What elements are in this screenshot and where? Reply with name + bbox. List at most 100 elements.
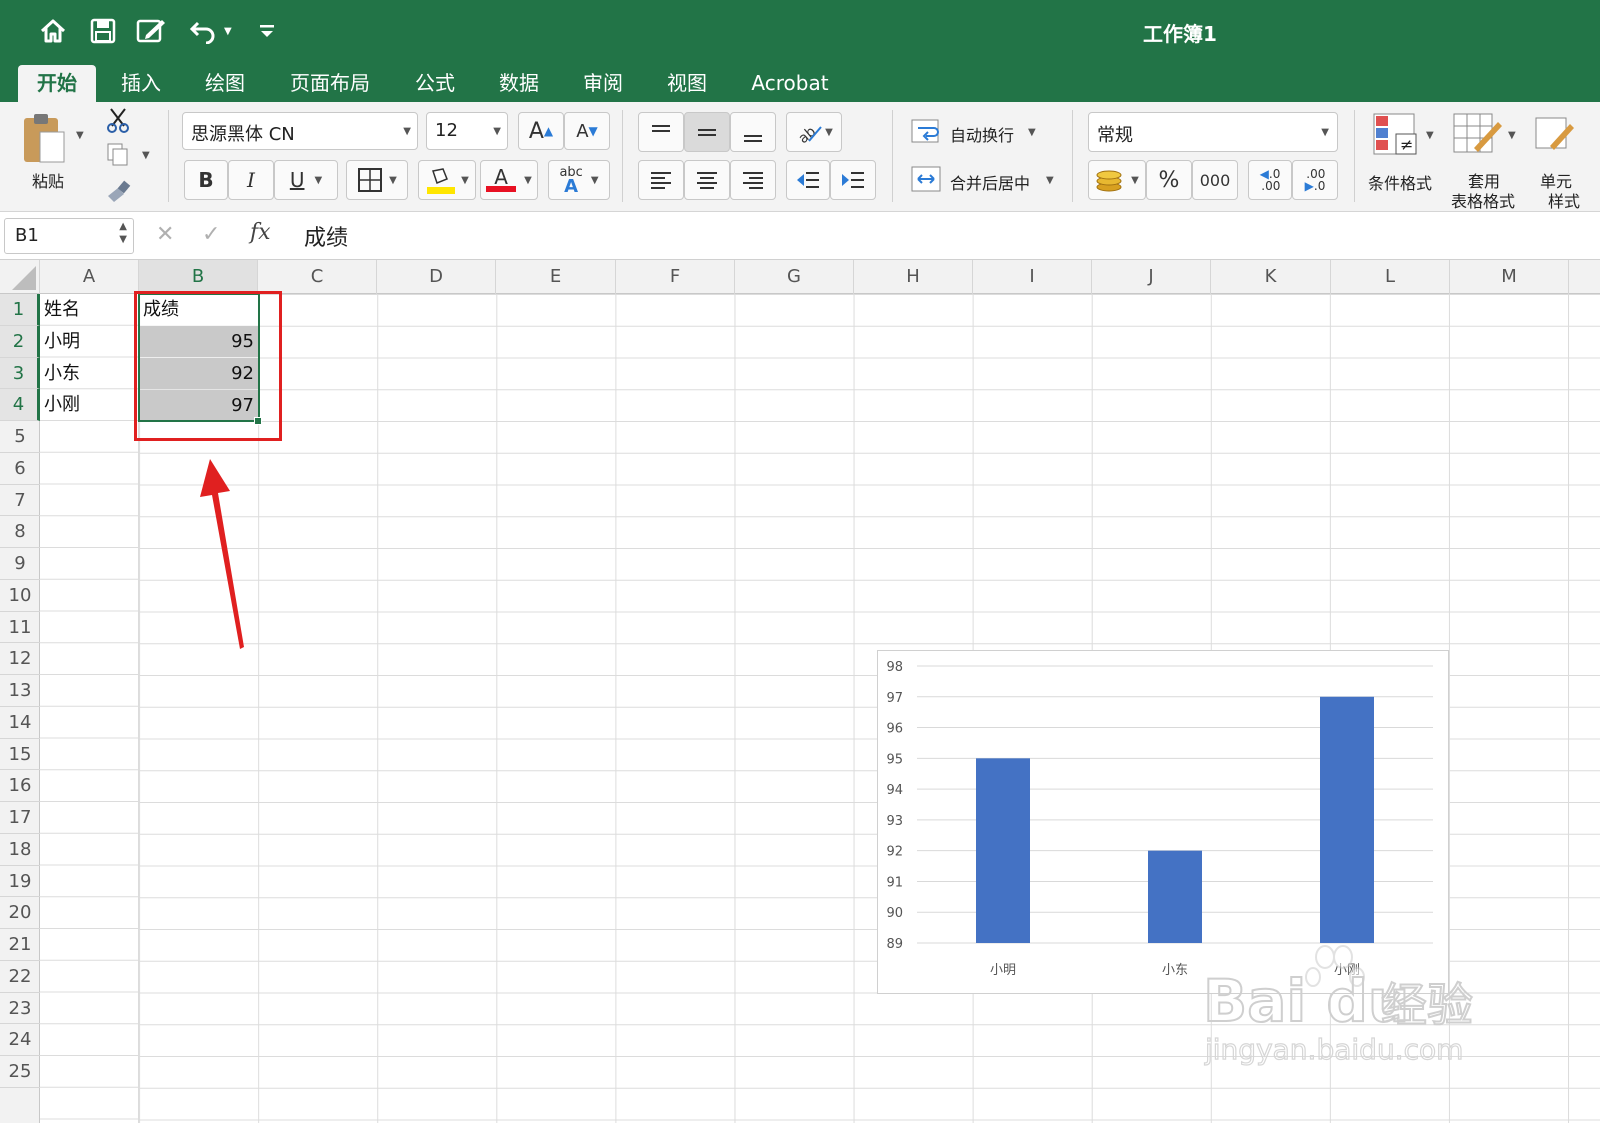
row-header[interactable]: 18 bbox=[0, 834, 40, 866]
italic-button[interactable]: I bbox=[228, 160, 274, 200]
column-header-a[interactable]: A bbox=[40, 260, 139, 294]
align-bottom-button[interactable] bbox=[730, 112, 776, 152]
cell-styles-icon[interactable] bbox=[1534, 112, 1574, 162]
chevron-down-icon[interactable]: ▼ bbox=[1426, 130, 1434, 141]
undo-icon[interactable] bbox=[186, 14, 220, 48]
wrap-text-label[interactable]: 自动换行 bbox=[950, 122, 1014, 146]
currency-button[interactable]: ▼ bbox=[1088, 160, 1146, 200]
fx-icon[interactable]: fx bbox=[250, 220, 271, 245]
row-header[interactable]: 7 bbox=[0, 485, 40, 517]
row-header[interactable]: 3 bbox=[0, 357, 40, 390]
merge-center-label[interactable]: 合并后居中 bbox=[950, 170, 1030, 194]
name-box[interactable]: B1 ▲ ▼ bbox=[4, 218, 134, 254]
chart-bar[interactable] bbox=[1320, 696, 1374, 943]
tab-review[interactable]: 审阅 bbox=[574, 65, 632, 102]
home-icon[interactable] bbox=[36, 14, 70, 48]
grow-font-button[interactable]: A ▲ bbox=[518, 112, 564, 150]
tab-data[interactable]: 数据 bbox=[490, 65, 548, 102]
table-format-line2[interactable]: 表格格式 bbox=[1451, 188, 1515, 212]
row-header[interactable]: 15 bbox=[0, 739, 40, 771]
tab-view[interactable]: 视图 bbox=[658, 65, 716, 102]
copy-dropdown-icon[interactable]: ▼ bbox=[142, 150, 150, 161]
column-header-g[interactable]: G bbox=[735, 260, 854, 294]
column-header-c[interactable]: C bbox=[258, 260, 377, 294]
number-format-select[interactable]: 常规 ▼ bbox=[1088, 112, 1338, 152]
column-header-m[interactable]: M bbox=[1450, 260, 1569, 294]
column-header-f[interactable]: F bbox=[616, 260, 735, 294]
row-header[interactable]: 4 bbox=[0, 389, 40, 421]
cell-a2[interactable]: 小明 bbox=[40, 326, 139, 358]
column-header-l[interactable]: L bbox=[1331, 260, 1450, 294]
copy-icon[interactable] bbox=[104, 142, 132, 172]
row-header[interactable]: 11 bbox=[0, 612, 40, 644]
underline-button[interactable]: U ▼ bbox=[274, 160, 338, 200]
confirm-icon[interactable]: ✓ bbox=[202, 222, 220, 247]
tab-formulas[interactable]: 公式 bbox=[406, 65, 464, 102]
row-header[interactable]: 12 bbox=[0, 643, 40, 675]
cell-a3[interactable]: 小东 bbox=[40, 358, 139, 390]
row-header[interactable]: 9 bbox=[0, 548, 40, 580]
borders-button[interactable]: ▼ bbox=[346, 160, 408, 200]
column-header-h[interactable]: H bbox=[854, 260, 973, 294]
shrink-font-button[interactable]: A ▼ bbox=[564, 112, 610, 150]
row-header[interactable]: 8 bbox=[0, 516, 40, 548]
font-size-select[interactable]: 12 ▼ bbox=[426, 112, 508, 150]
row-header[interactable]: 23 bbox=[0, 993, 40, 1025]
save-icon[interactable] bbox=[86, 14, 120, 48]
table-format-icon[interactable] bbox=[1452, 112, 1504, 162]
bold-button[interactable]: B bbox=[184, 160, 228, 200]
chevron-down-icon[interactable]: ▼ bbox=[1508, 130, 1516, 141]
cell-a1[interactable]: 姓名 bbox=[40, 294, 139, 326]
thousands-button[interactable]: 000 bbox=[1192, 160, 1238, 200]
font-color-button[interactable]: A ▼ bbox=[480, 160, 538, 200]
row-header[interactable]: 24 bbox=[0, 1024, 40, 1056]
row-header[interactable]: 21 bbox=[0, 929, 40, 961]
format-painter-icon[interactable] bbox=[104, 178, 132, 208]
row-header[interactable]: 13 bbox=[0, 675, 40, 707]
chevron-down-icon[interactable]: ▼ bbox=[1046, 175, 1054, 186]
row-header[interactable]: 14 bbox=[0, 707, 40, 739]
column-header-j[interactable]: J bbox=[1092, 260, 1211, 294]
formula-input[interactable]: 成绩 bbox=[304, 220, 348, 252]
font-name-select[interactable]: 思源黑体 CN ▼ bbox=[182, 112, 418, 150]
conditional-format-icon[interactable]: ≠ bbox=[1372, 112, 1420, 162]
column-header-b[interactable]: B bbox=[139, 260, 258, 294]
align-middle-button[interactable] bbox=[684, 112, 730, 152]
cell-a4[interactable]: 小刚 bbox=[40, 389, 139, 421]
row-header[interactable]: 19 bbox=[0, 866, 40, 898]
row-header[interactable]: 1 bbox=[0, 294, 40, 326]
decrease-decimal-button[interactable]: .00 ▶.0 bbox=[1292, 160, 1338, 200]
tab-page-layout[interactable]: 页面布局 bbox=[282, 65, 378, 102]
undo-dropdown-icon[interactable]: ▼ bbox=[224, 26, 232, 37]
row-header[interactable]: 6 bbox=[0, 453, 40, 485]
row-header[interactable]: 10 bbox=[0, 580, 40, 612]
edit-icon[interactable] bbox=[134, 14, 168, 48]
chevron-down-icon[interactable]: ▼ bbox=[1028, 127, 1036, 138]
align-top-button[interactable] bbox=[638, 112, 684, 152]
merge-center-icon[interactable] bbox=[910, 164, 944, 198]
tab-acrobat[interactable]: Acrobat bbox=[744, 65, 836, 102]
row-header[interactable]: 2 bbox=[0, 325, 40, 358]
phonetic-button[interactable]: abc A ▼ bbox=[548, 160, 610, 200]
row-header[interactable]: 5 bbox=[0, 421, 40, 453]
orientation-button[interactable]: ab ▼ bbox=[786, 112, 842, 152]
cancel-icon[interactable]: ✕ bbox=[156, 222, 174, 247]
column-header-e[interactable]: E bbox=[496, 260, 616, 294]
decrease-indent-button[interactable] bbox=[786, 160, 830, 200]
tab-home[interactable]: 开始 bbox=[18, 65, 96, 102]
align-left-button[interactable] bbox=[638, 160, 684, 200]
column-header-k[interactable]: K bbox=[1211, 260, 1331, 294]
row-header[interactable]: 20 bbox=[0, 897, 40, 929]
row-header[interactable]: 22 bbox=[0, 961, 40, 993]
chart-bar[interactable] bbox=[1148, 850, 1202, 943]
paste-button[interactable] bbox=[20, 110, 70, 170]
align-center-button[interactable] bbox=[684, 160, 730, 200]
align-right-button[interactable] bbox=[730, 160, 776, 200]
tab-insert[interactable]: 插入 bbox=[112, 65, 170, 102]
increase-decimal-button[interactable]: ◀.0 .00 bbox=[1248, 160, 1292, 200]
percent-button[interactable]: % bbox=[1146, 160, 1192, 200]
row-header[interactable]: 16 bbox=[0, 770, 40, 802]
customize-icon[interactable] bbox=[250, 14, 284, 48]
row-header[interactable]: 17 bbox=[0, 802, 40, 834]
select-all-corner[interactable] bbox=[0, 260, 40, 294]
